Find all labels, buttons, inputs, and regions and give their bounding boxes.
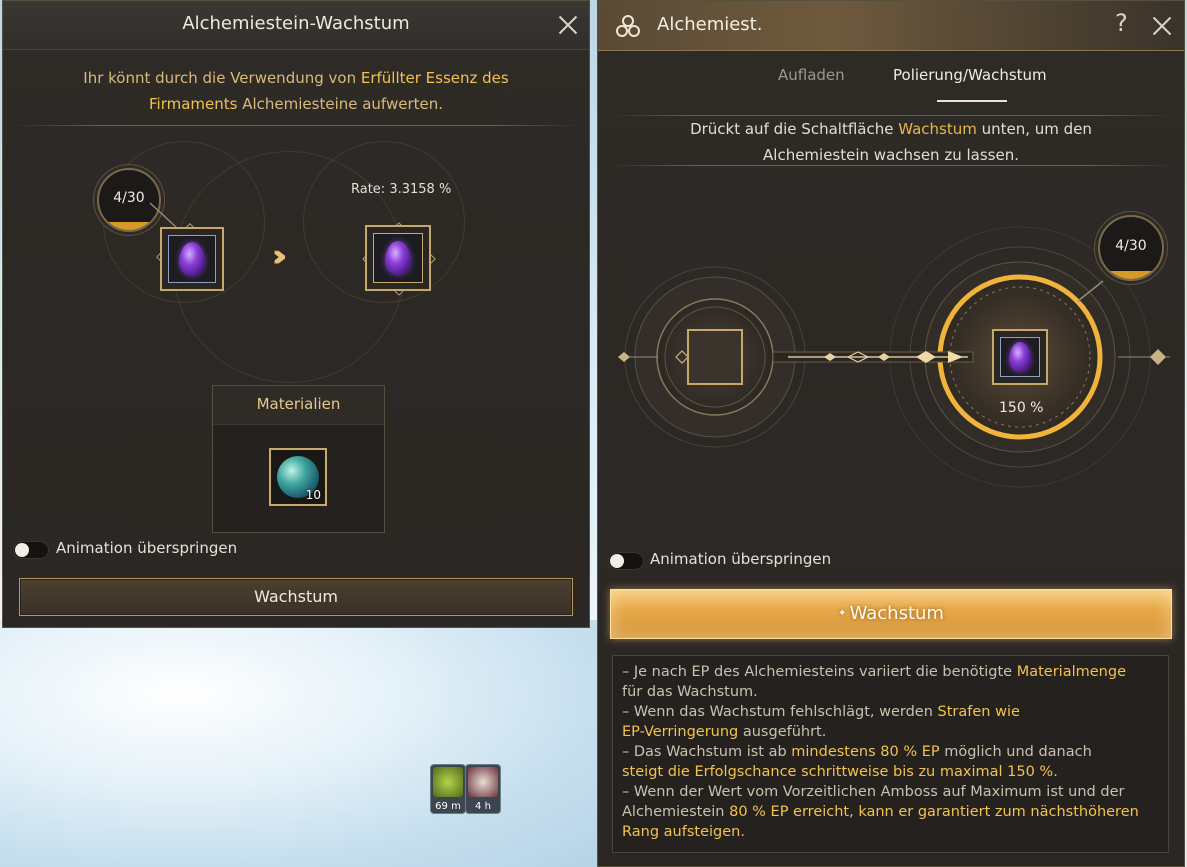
source-stone-slot[interactable] xyxy=(160,227,224,291)
tab-bar: Aufladen Polierung/Wachstum xyxy=(598,51,1184,103)
divider xyxy=(13,125,581,126)
purple-gem-icon xyxy=(385,241,411,275)
alchemy-stone-growth-window: Alchemiestein-Wachstum Ihr könnt durch d… xyxy=(2,0,590,628)
skip-animation-label: Animation überspringen xyxy=(650,550,832,568)
info-text: Ihr könnt durch die Verwendung von Erfül… xyxy=(83,69,509,113)
target-stone-slot[interactable] xyxy=(365,225,431,291)
growth-button[interactable]: ✦ Wachstum xyxy=(610,589,1172,639)
notes-box: – Je nach EP des Alchemiesteins variiert… xyxy=(612,655,1169,853)
buff-pouch[interactable]: 4 h xyxy=(465,764,501,814)
growth-percent: 150 % xyxy=(999,400,1044,416)
desktop-background xyxy=(0,620,600,867)
level-progress-fill xyxy=(1100,271,1162,279)
level-text: 4/30 xyxy=(1115,238,1147,254)
growth-button[interactable]: Wachstum xyxy=(19,578,573,616)
triskelion-icon xyxy=(616,15,640,37)
growth-button-label: Wachstum xyxy=(849,603,944,624)
tab-polierung-wachstum[interactable]: Polierung/Wachstum xyxy=(893,66,1047,84)
skip-animation-toggle[interactable] xyxy=(13,541,49,559)
toggle-knob xyxy=(15,543,29,557)
success-rate: Rate: 3.3158 % xyxy=(351,182,452,197)
close-icon[interactable] xyxy=(557,14,579,36)
purple-gem-icon xyxy=(179,242,205,276)
empty-stone-slot[interactable] xyxy=(687,329,743,385)
material-count: 10 xyxy=(305,488,321,502)
slot-inner xyxy=(168,235,216,283)
title-bar[interactable]: Alchemiest. ? xyxy=(598,1,1184,51)
toggle-knob xyxy=(610,554,624,568)
slot-inner xyxy=(1000,337,1040,377)
active-tab-indicator xyxy=(937,100,1007,102)
buff-timer: 69 m xyxy=(435,801,461,812)
pickaxe-icon xyxy=(433,767,463,797)
level-text: 4/30 xyxy=(113,190,145,206)
close-icon[interactable] xyxy=(1151,15,1173,37)
buff-timer: 4 h xyxy=(475,801,491,812)
window-title: Alchemiestein-Wachstum xyxy=(182,13,410,34)
tab-aufladen[interactable]: Aufladen xyxy=(778,66,845,84)
growth-stone-slot[interactable] xyxy=(992,329,1048,385)
materials-header: Materialien xyxy=(213,386,384,425)
window-title: Alchemiest. xyxy=(657,14,763,35)
materials-box: Materialien 10 xyxy=(212,385,385,533)
info-text: Drückt auf die Schaltfläche Wachstum unt… xyxy=(690,120,1092,164)
material-slot[interactable]: 10 xyxy=(269,448,327,506)
help-icon[interactable]: ? xyxy=(1115,9,1128,37)
purple-gem-icon xyxy=(1009,342,1031,372)
sparkle-icon: ✦ xyxy=(838,608,850,619)
title-bar[interactable]: Alchemiestein-Wachstum xyxy=(3,1,589,50)
slot-inner xyxy=(373,233,423,283)
pouch-icon xyxy=(468,767,498,797)
alchemy-stone-window: Alchemiest. ? Aufladen Polierung/Wachstu… xyxy=(597,0,1185,867)
skip-animation-toggle[interactable] xyxy=(608,552,644,570)
skip-animation-label: Animation überspringen xyxy=(56,539,238,557)
divider xyxy=(608,165,1176,166)
buff-pickaxe[interactable]: 69 m xyxy=(430,764,466,814)
level-badge: 4/30 xyxy=(1098,215,1164,281)
